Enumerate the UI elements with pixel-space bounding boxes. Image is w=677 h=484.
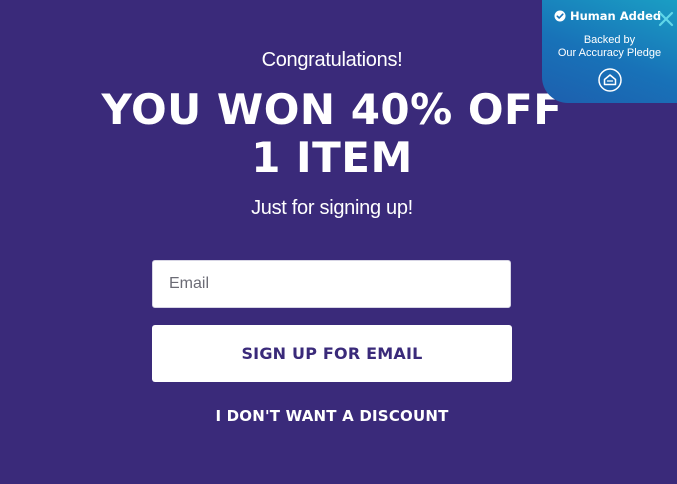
shield-icon: [598, 68, 622, 92]
signup-button[interactable]: SIGN UP FOR EMAIL: [152, 325, 512, 382]
badge-line-2: Our Accuracy Pledge: [557, 46, 662, 59]
email-field[interactable]: [152, 260, 511, 308]
no-discount-link[interactable]: I DON'T WANT A DISCOUNT: [0, 407, 664, 425]
close-icon[interactable]: [657, 10, 675, 28]
badge-subtitle: Backed by Our Accuracy Pledge: [542, 34, 677, 59]
check-circle-icon: [554, 10, 566, 22]
badge-header: Human Added: [554, 9, 661, 23]
badge-line-1: Backed by: [583, 34, 636, 46]
subhead-text: Just for signing up!: [251, 197, 413, 219]
headline-line-2: 1 ITEM: [251, 133, 413, 182]
badge-title: Human Added: [570, 9, 662, 23]
accuracy-badge[interactable]: Human Added Backed by Our Accuracy Pledg…: [542, 0, 677, 103]
